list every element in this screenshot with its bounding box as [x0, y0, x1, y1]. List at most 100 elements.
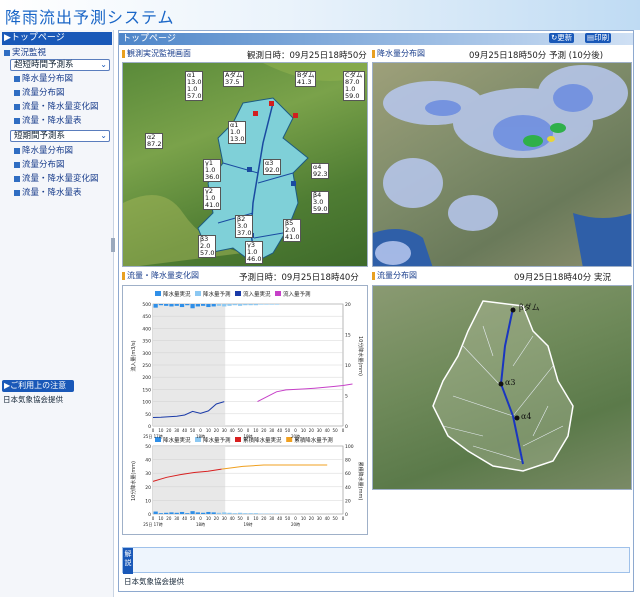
rain-observed-bar-2 — [206, 511, 211, 514]
rain-forecast-bar-2 — [232, 513, 237, 514]
station-box-a2[interactable]: α2 87.2 — [145, 133, 164, 149]
sidebar-item-vs-rain-map[interactable]: 降水量分布図 — [14, 73, 73, 85]
panel-flow-map-title[interactable]: 流量分布図 — [372, 271, 417, 281]
station-box-a1[interactable]: α1 13.0 1.0 57.0 — [185, 71, 204, 101]
y-tick-label-right: 60 — [345, 471, 351, 477]
sidebar-section-observed[interactable]: 実況監視 — [4, 47, 46, 59]
x-tick-label: 10 — [301, 516, 307, 521]
station-box-b-dam[interactable]: Bダム 41.3 — [295, 71, 317, 87]
panel-title-text: 観測実況監視画面 — [127, 49, 191, 58]
rain-forecast-bar — [253, 304, 259, 306]
x-tick-label: 20 — [214, 516, 220, 521]
marker-icon — [122, 49, 125, 58]
x-tick-label: 40 — [325, 516, 331, 521]
x-day-label: 19時 — [243, 433, 252, 439]
sidebar-collapse-handle[interactable] — [111, 238, 115, 252]
legend-swatch — [195, 291, 201, 296]
station-box-a4[interactable]: α4 92.3 — [311, 163, 330, 179]
station-box-a-dam[interactable]: Aダム 37.5 — [223, 71, 245, 87]
x-tick-label: 10 — [253, 516, 259, 521]
rain-observed-bar-2 — [179, 511, 185, 514]
x-tick-label: 30 — [317, 428, 323, 433]
monitor-map[interactable]: α1 13.0 1.0 57.0 Aダム 37.5 Bダム 41.3 Cダム 87.0 1.0… — [122, 62, 368, 267]
x-tick-label: 50 — [238, 516, 244, 521]
panel-change-time: 予測日時：09月25日18時40分 — [239, 273, 359, 283]
station-box-b2[interactable]: β2 3.0 37.0 — [235, 215, 254, 238]
x-tick-label: 0 — [247, 428, 250, 433]
rain-forecast-bar — [243, 304, 248, 306]
y-tick-label: 40 — [145, 458, 151, 464]
x-tick-label: 50 — [333, 428, 339, 433]
x-tick-label: 50 — [333, 516, 339, 521]
station-box-g1[interactable]: γ1 1.0 36.0 — [203, 159, 222, 182]
sidebar-item-vs-change[interactable]: 流量・降水量変化図 — [14, 101, 99, 113]
short-select[interactable]: 短期間予測系 ⌄ — [10, 130, 110, 142]
very-short-select[interactable]: 超短時間予測系 ⌄ — [10, 59, 110, 71]
observed-shading — [153, 446, 226, 514]
sidebar-item-label: 流量分布図 — [22, 88, 65, 98]
sidebar-item-s-table[interactable]: 流量・降水量表 — [14, 187, 82, 199]
sidebar-item-top-page[interactable]: ▶トップページ — [2, 32, 112, 45]
main-header-label: トップページ — [122, 34, 176, 44]
print-button[interactable]: ▤印刷 — [585, 33, 612, 43]
flow-distribution-map[interactable]: βダム α3 α4 — [372, 285, 632, 490]
station-box-b4[interactable]: β4 3.0 59.0 — [311, 191, 330, 214]
panel-monitor-title[interactable]: 観測実況監視画面 — [122, 49, 191, 59]
rain-observed-bar — [206, 304, 211, 308]
x-tick-label: 50 — [285, 516, 291, 521]
x-tick-label: 20 — [214, 428, 220, 433]
rain-distribution-map[interactable] — [372, 62, 632, 267]
square-icon — [4, 49, 10, 56]
x-day-label: 25日 17時 — [143, 521, 162, 527]
x-tick-label: 0 — [342, 428, 345, 433]
flow-map-svg — [432, 300, 574, 472]
y-tick-label-right: 80 — [345, 458, 351, 464]
rain-observed-bar-2 — [174, 512, 179, 514]
station-box-b5[interactable]: β5 2.0 41.0 — [283, 219, 302, 242]
sidebar-item-vs-table[interactable]: 流量・降水量表 — [14, 115, 82, 127]
station-box-a1-b[interactable]: α1 1.0 13.0 — [228, 121, 247, 144]
sidebar-item-s-change[interactable]: 流量・降水量変化図 — [14, 173, 99, 185]
square-icon — [14, 175, 20, 182]
station-box-g2[interactable]: γ2 1.0 41.0 — [203, 187, 222, 210]
square-icon — [14, 161, 20, 168]
square-icon — [14, 89, 20, 96]
panel-rain-map-title[interactable]: 降水量分布図 — [372, 49, 425, 59]
main-source: 日本気象協会提供 — [124, 577, 184, 586]
sidebar-item-label: 降水量分布図 — [22, 74, 74, 84]
main-area: トップページ ↻更新 ▤印刷 観測実況監視画面 観測日時：09月25日18時50… — [118, 30, 634, 592]
sidebar-item-vs-flow-map[interactable]: 流量分布図 — [14, 87, 65, 99]
panel-title-text: 流量・降水量変化図 — [127, 271, 199, 280]
x-day-label: 25日 17時 — [143, 433, 162, 439]
legend-swatch — [235, 437, 241, 442]
rain-forecast-bar — [259, 304, 264, 305]
sidebar-source: 日本気象協会提供 — [3, 395, 63, 404]
station-box-a3[interactable]: α3 92.0 — [263, 159, 282, 175]
refresh-button[interactable]: ↻更新 — [549, 33, 575, 43]
x-tick-label: 0 — [294, 428, 297, 433]
panel-change-title[interactable]: 流量・降水量変化図 — [122, 271, 199, 281]
square-icon — [14, 117, 20, 124]
station-box-c-dam[interactable]: Cダム 87.0 1.0 59.0 — [343, 71, 365, 101]
x-tick-label: 0 — [247, 516, 250, 521]
sidebar-item-s-rain-map[interactable]: 降水量分布図 — [14, 145, 73, 157]
y-tick-label-right: 10 — [345, 363, 351, 369]
select-value: 超短時間予測系 — [14, 60, 74, 70]
x-tick-label: 20 — [309, 516, 315, 521]
y-tick-label-right: 20 — [345, 302, 351, 308]
sidebar-item-s-flow-map[interactable]: 流量分布図 — [14, 159, 65, 171]
station-box-b3[interactable]: β3 2.0 57.0 — [198, 235, 217, 258]
station-box-g3[interactable]: γ3 1.0 46.0 — [245, 241, 264, 264]
y-tick-label: 0 — [148, 512, 151, 518]
change-chart-panel[interactable]: 降水量実況 降水量予測 流入量実況 流入量予測 降水量実況 降水量予測 累積降水量実況 累積降… — [122, 285, 368, 535]
x-tick-label: 10 — [158, 516, 164, 521]
y-tick-label: 500 — [142, 302, 151, 308]
y-tick-label-right: 5 — [345, 394, 348, 400]
panel-title-text: 流量分布図 — [377, 271, 417, 280]
chevron-down-icon: ⌄ — [100, 131, 107, 140]
legend-label: 流入量実況 — [243, 290, 271, 298]
panel-monitor-time: 観測日時：09月25日18時50分 — [247, 51, 367, 61]
y-tick-label: 250 — [142, 363, 151, 369]
rain-forecast-bar — [222, 304, 227, 307]
notice-link[interactable]: ▶ご利用上の注意 — [2, 380, 74, 392]
